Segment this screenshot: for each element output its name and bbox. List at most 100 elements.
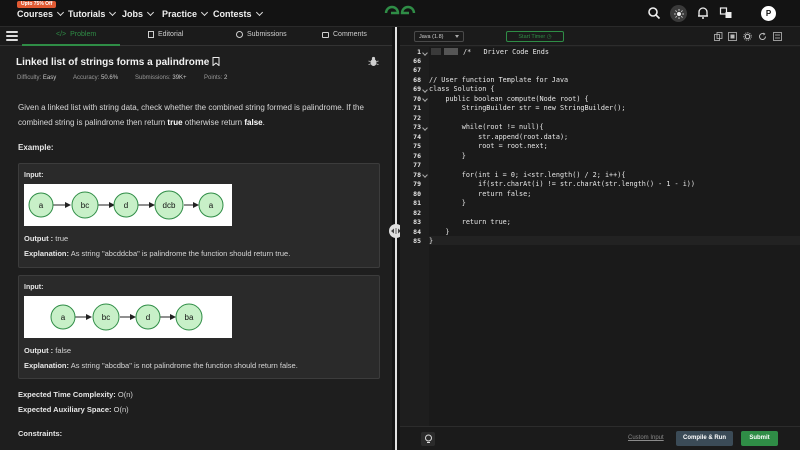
fold-chevron-icon[interactable] <box>422 87 428 93</box>
time-complexity-label: Expected Time Complexity: <box>18 390 116 399</box>
line-number: 71 <box>413 104 421 112</box>
code-editor[interactable]: 1 66 67 68 69 70 71 72 73 74 75 76 77 78… <box>400 47 800 426</box>
editor-bottom-bar: Custom Input Compile & Run Submit <box>400 426 800 450</box>
points-label: Points: <box>204 75 223 81</box>
fold-marker[interactable] <box>444 48 458 55</box>
line-number: 78 <box>413 170 421 179</box>
accuracy-label: Accuracy: <box>73 75 100 81</box>
tab-problem[interactable]: </> Problem <box>56 31 96 38</box>
output-label: Output : <box>24 234 54 243</box>
node-label: bc <box>81 201 89 210</box>
options-icon[interactable] <box>773 32 782 41</box>
copy-icon[interactable] <box>714 32 723 41</box>
compile-run-button[interactable]: Compile & Run <box>676 431 733 446</box>
code-line: while(root != null){ <box>429 123 544 131</box>
code-line: } <box>429 151 466 160</box>
line-number: 1 <box>417 48 421 56</box>
fold-chevron-icon[interactable] <box>422 96 428 102</box>
chevron-down-icon <box>255 8 263 17</box>
gear-icon[interactable] <box>743 32 752 41</box>
example-box-1: Input: a bc d dcb a Output : true Explan… <box>18 163 380 268</box>
code-line: /* Driver Code Ends <box>463 48 549 56</box>
promo-badge[interactable]: Upto 75% Off <box>17 1 57 8</box>
output-value: true <box>55 234 69 243</box>
line-number: 82 <box>413 208 421 217</box>
fold-chevron-icon[interactable] <box>422 50 428 56</box>
nav-courses-label: Courses <box>17 9 54 19</box>
tab-editorial[interactable]: Editorial <box>148 31 183 38</box>
line-number: 68 <box>413 75 421 84</box>
theme-toggle-button[interactable] <box>670 5 687 22</box>
accuracy-value: 50.6% <box>101 75 119 81</box>
explanation-label: Explanation: <box>24 249 70 258</box>
custom-input-link[interactable]: Custom Input <box>628 435 664 441</box>
nav-courses[interactable]: Courses <box>17 8 65 19</box>
code-icon: </> <box>56 31 67 38</box>
input-label: Input: <box>24 284 44 291</box>
gfg-logo-icon[interactable] <box>383 4 417 22</box>
line-number: 66 <box>413 57 421 65</box>
explanation-text: As string "abcddcba" is palindrome the f… <box>70 249 291 258</box>
desc-text-3: . <box>262 118 265 127</box>
line-number: 80 <box>413 189 421 198</box>
fold-marker[interactable] <box>431 48 441 55</box>
fold-chevron-icon[interactable] <box>422 125 428 131</box>
nav-practice-label: Practice <box>162 9 198 19</box>
output-label: Output : <box>24 346 54 355</box>
panel-splitter[interactable] <box>389 27 403 450</box>
fullscreen-icon[interactable] <box>728 32 737 41</box>
input-label: Input: <box>24 172 44 179</box>
submissions-meta: Submissions: 39K+ <box>135 75 187 81</box>
nav-jobs[interactable]: Jobs <box>122 8 155 19</box>
bookmark-icon[interactable] <box>212 57 220 67</box>
nav-practice[interactable]: Practice <box>162 8 209 19</box>
bell-icon[interactable] <box>696 6 710 20</box>
splitter-line <box>395 27 397 450</box>
tab-comments[interactable]: Comments <box>322 31 367 38</box>
submissions-label: Submissions: <box>135 75 171 81</box>
space-complexity-label: Expected Auxiliary Space: <box>18 405 112 414</box>
language-select[interactable]: Java (1.8) <box>414 31 464 42</box>
node-label: d <box>124 201 128 210</box>
explanation-line: Explanation: As string "abcddcba" is pal… <box>24 249 290 258</box>
constraints-label: Constraints: <box>18 429 63 438</box>
code-line: // User function Template for Java <box>429 75 569 84</box>
line-number: 77 <box>413 161 421 169</box>
code-line: class Solution { <box>429 85 495 93</box>
difficulty-value: Easy <box>42 75 57 81</box>
list-node: a <box>50 304 76 330</box>
code-line: } <box>429 199 466 207</box>
nav-contests[interactable]: Contests <box>213 8 263 19</box>
node-label: ba <box>185 313 194 322</box>
search-icon[interactable] <box>647 6 661 20</box>
tab-editorial-label: Editorial <box>158 31 184 38</box>
tab-submissions[interactable]: Submissions <box>236 31 287 38</box>
menu-icon[interactable] <box>6 31 18 42</box>
start-timer-button[interactable]: Start Timer ◷ <box>506 31 564 42</box>
example-box-2: Input: a bc d ba Output : false Explanat… <box>18 275 380 379</box>
reset-icon[interactable] <box>758 32 767 41</box>
problem-title-text: Linked list of strings forms a palindrom… <box>16 57 210 68</box>
list-node: a <box>28 192 54 218</box>
fold-chevron-icon[interactable] <box>422 172 428 178</box>
line-number-gutter: 1 66 67 68 69 70 71 72 73 74 75 76 77 78… <box>400 47 428 426</box>
editorial-icon <box>148 31 154 38</box>
nav-contests-label: Contests <box>213 9 252 19</box>
bug-report-icon[interactable] <box>368 56 379 67</box>
problem-description: Given a linked list with string data, ch… <box>18 100 378 130</box>
hint-button[interactable] <box>421 432 435 446</box>
clock-icon <box>236 31 243 38</box>
points-meta: Points: 2 <box>204 75 227 81</box>
code-line: if(str.charAt(i) != str.charAt(str.lengt… <box>429 180 695 188</box>
node-label: dcb <box>163 201 176 210</box>
nav-tutorials[interactable]: Tutorials <box>68 8 117 19</box>
desc-true: true <box>167 118 183 127</box>
desc-text-2: otherwise return <box>182 118 245 127</box>
line-number: 76 <box>413 151 421 160</box>
translate-icon[interactable] <box>719 6 733 20</box>
explanation-line: Explanation: As string "abcdba" is not p… <box>24 361 298 370</box>
start-timer-label: Start Timer <box>518 34 546 40</box>
submit-button[interactable]: Submit <box>741 431 778 446</box>
code-area[interactable]: /* Driver Code Ends // User function Tem… <box>429 47 800 426</box>
avatar[interactable]: P <box>761 6 776 21</box>
